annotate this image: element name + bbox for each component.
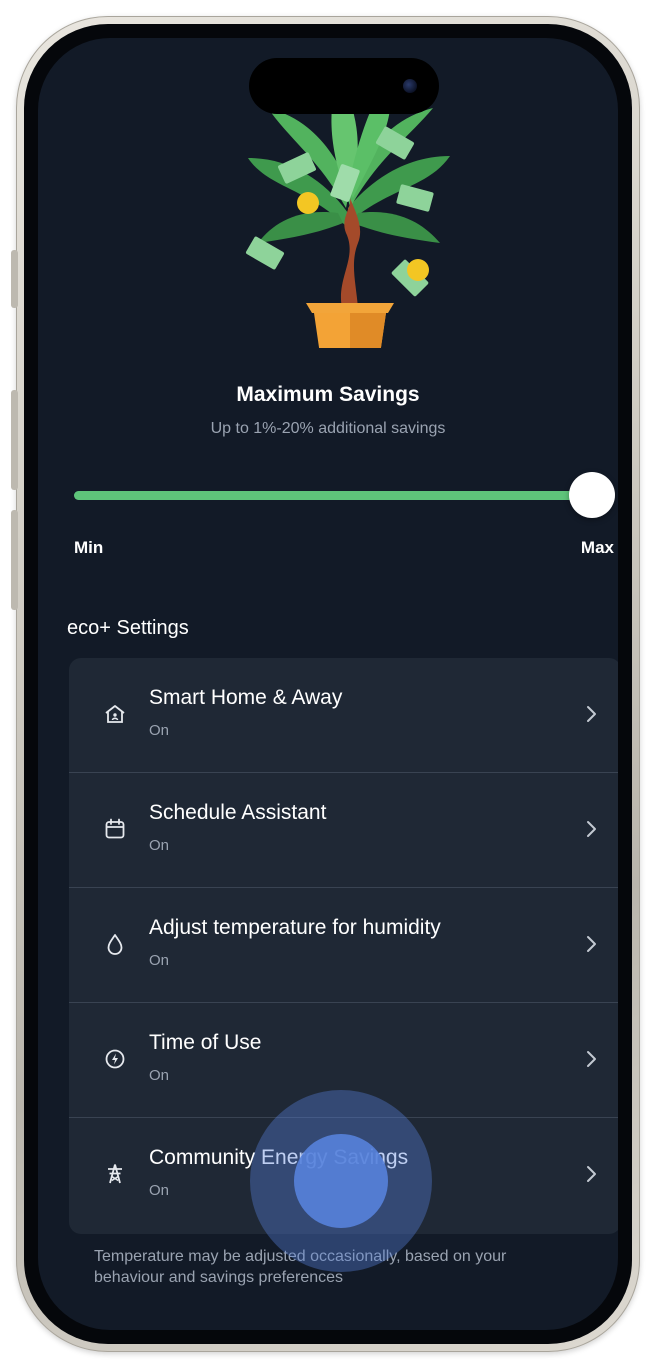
setting-label: Adjust temperature for humidity <box>149 916 441 939</box>
device-stage: Maximum Savings Up to 1%-20% additional … <box>0 0 654 1361</box>
setting-status: On <box>149 837 170 854</box>
dynamic-island <box>249 58 439 114</box>
setting-row-time-of-use[interactable]: Time of Use On <box>69 1003 618 1118</box>
slider-fill <box>74 491 592 500</box>
chevron-right-icon <box>587 821 596 837</box>
setting-label: Time of Use <box>149 1031 262 1054</box>
pot-rim <box>306 303 394 313</box>
savings-level-title: Maximum Savings <box>236 383 420 406</box>
footnote-text: Temperature may be adjusted occasionally… <box>94 1248 507 1286</box>
camera-lens <box>403 79 417 93</box>
slider-track[interactable] <box>74 491 592 500</box>
home-away-icon <box>105 705 125 723</box>
chevron-right-icon <box>587 1051 596 1067</box>
savings-slider[interactable] <box>74 468 616 522</box>
savings-level-subtitle: Up to 1%-20% additional savings <box>210 420 446 437</box>
setting-row-community-energy[interactable]: Community Energy Savings On <box>69 1118 618 1234</box>
settings-card: Smart Home & Away On Schedule Assistant … <box>69 658 618 1234</box>
setting-row-schedule-assistant[interactable]: Schedule Assistant On <box>69 773 618 888</box>
volume-down-button <box>11 510 18 610</box>
power-tower-icon <box>108 1164 122 1184</box>
slider-min-label: Min <box>74 538 104 557</box>
setting-label: Schedule Assistant <box>149 801 327 824</box>
water-drop-icon <box>107 934 123 955</box>
setting-status: On <box>149 952 170 969</box>
calendar-icon <box>105 818 125 839</box>
setting-status: On <box>149 1067 170 1084</box>
chevron-right-icon <box>587 936 596 952</box>
slider-max-label: Max <box>580 538 614 557</box>
app-screen: Maximum Savings Up to 1%-20% additional … <box>38 38 618 1330</box>
section-title: eco+ Settings <box>67 617 189 639</box>
volume-up-button <box>11 390 18 490</box>
slider-thumb[interactable] <box>569 472 615 518</box>
setting-label: Community Energy Savings <box>149 1146 409 1169</box>
action-button <box>11 250 18 308</box>
setting-row-smart-home-away[interactable]: Smart Home & Away On <box>69 658 618 773</box>
chevron-right-icon <box>587 1166 596 1182</box>
chevron-right-icon <box>587 706 596 722</box>
setting-status: On <box>149 722 170 739</box>
coin <box>297 192 319 214</box>
setting-row-humidity[interactable]: Adjust temperature for humidity On <box>69 888 618 1003</box>
coin <box>407 259 429 281</box>
time-of-use-icon <box>105 1049 125 1069</box>
setting-status: On <box>149 1182 170 1199</box>
setting-label: Smart Home & Away <box>149 686 343 709</box>
